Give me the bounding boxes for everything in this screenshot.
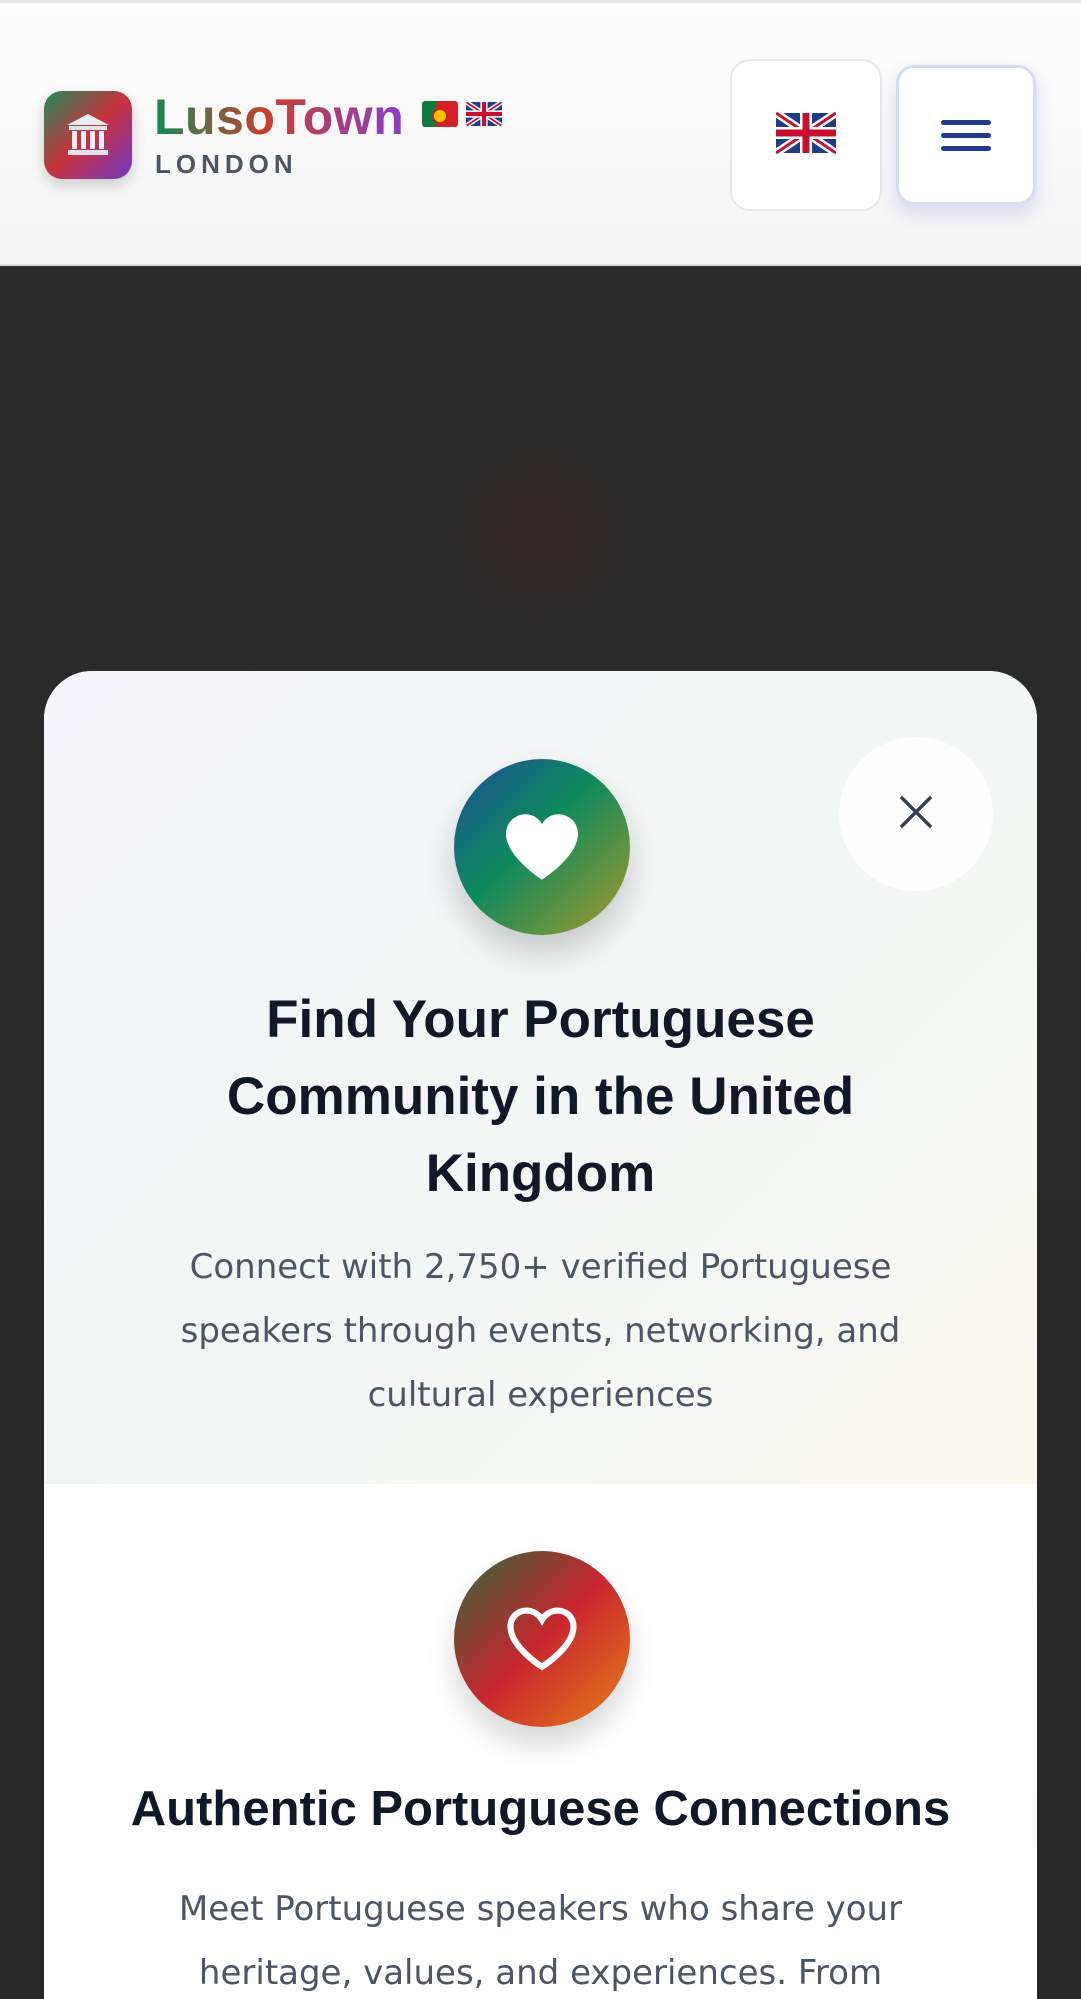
hamburger-menu-icon <box>941 119 991 125</box>
hamburger-menu-icon-bar <box>941 132 991 138</box>
page: LusoTown LONDON Find Your Portuguese Com… <box>0 0 1081 1999</box>
close-icon <box>898 794 934 834</box>
classical-building-icon[interactable] <box>44 91 132 179</box>
feature-title: Authentic Portuguese Connections <box>130 1782 951 1836</box>
brand-subtitle: LONDON <box>155 149 298 179</box>
modal-header: Find Your Portuguese Community in the Un… <box>44 671 1037 1484</box>
uk-flag-icon <box>466 101 502 127</box>
heart-outline-icon <box>454 1551 630 1727</box>
heart-icon <box>454 759 630 935</box>
brand-flags <box>422 101 502 127</box>
modal-subtitle: Connect with 2,750+ verified Portuguese … <box>180 1247 901 1415</box>
feature-description: Meet Portuguese speakers who share your … <box>178 1889 903 1993</box>
hamburger-menu-icon-bar <box>941 145 991 151</box>
menu-button[interactable] <box>896 65 1036 205</box>
close-button[interactable] <box>839 737 993 891</box>
modal-title: Find Your Portuguese Community in the Un… <box>226 990 855 1203</box>
uk-flag-icon <box>773 109 839 158</box>
top-header: LusoTown LONDON <box>0 0 1081 266</box>
language-switch-button[interactable] <box>730 59 882 211</box>
portugal-flag-icon <box>422 101 458 127</box>
welcome-modal: Find Your Portuguese Community in the Un… <box>44 671 1037 1999</box>
brand-name[interactable]: LusoTown <box>154 87 404 147</box>
hero-background-glow <box>440 430 640 630</box>
